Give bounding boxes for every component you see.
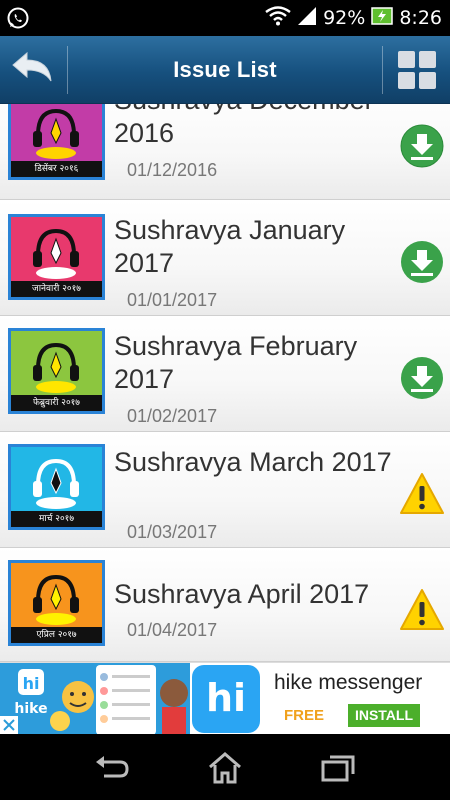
warning-icon[interactable] [400, 472, 444, 516]
recents-icon[interactable] [318, 748, 358, 788]
warning-icon[interactable] [400, 588, 444, 632]
cover-caption: एप्रिल २०१७ [11, 627, 102, 643]
issue-title: Sushravya March 2017 [114, 447, 392, 477]
cover-caption: मार्च २०१७ [11, 511, 102, 527]
list-item[interactable]: मार्च २०१७ Sushravya March 2017 01/03/20… [0, 432, 450, 548]
home-icon[interactable] [205, 748, 245, 788]
cover-art [11, 217, 102, 281]
issue-title: Sushravya December 2016 [114, 104, 374, 148]
cover-caption: जानेवारी २०१७ [11, 281, 102, 297]
whatsapp-icon [6, 6, 30, 30]
download-icon[interactable] [400, 124, 444, 168]
page-title: Issue List [173, 57, 277, 82]
issue-date: 01/01/2017 [127, 290, 218, 310]
list-item[interactable]: डिसेंबर २०१६ Sushravya December 2016 01/… [0, 104, 450, 200]
wifi-icon [265, 5, 291, 31]
cover-art [11, 104, 102, 161]
cover-art [11, 563, 102, 627]
ad-art-brand: hike [14, 701, 47, 717]
issue-cover: एप्रिल २०१७ [8, 560, 105, 646]
issue-list[interactable]: डिसेंबर २०१६ Sushravya December 2016 01/… [0, 104, 450, 662]
ad-app-name[interactable]: hike messenger [274, 671, 422, 695]
cover-caption: फेब्रुवारी २०१७ [11, 395, 102, 411]
screen: 92% 8:26 Issue List डिसेंबर २०१६ 2016 01… [0, 0, 450, 800]
list-item[interactable]: जानेवारी २०१७ Sushravya January 2017 01/… [0, 200, 450, 316]
issue-date: 01/02/2017 [127, 406, 218, 426]
back-icon[interactable] [92, 748, 132, 788]
issue-date: 01/12/2016 [127, 160, 218, 180]
header-divider-left [67, 46, 68, 94]
app-header: Issue List [0, 36, 450, 104]
download-icon[interactable] [400, 356, 444, 400]
svg-text:hi: hi [23, 674, 40, 693]
system-nav-bar [0, 734, 450, 800]
status-indicators: 92% 8:26 [265, 0, 442, 36]
ad-close-icon[interactable] [0, 716, 18, 734]
issue-date: 01/04/2017 [127, 620, 218, 640]
list-item[interactable]: एप्रिल २०१७ Sushravya April 2017 01/04/2… [0, 548, 450, 662]
grid-view-button[interactable] [384, 36, 450, 104]
ad-install-button[interactable]: INSTALL [348, 704, 420, 727]
ad-free-label: FREE [284, 707, 325, 724]
ad-banner[interactable]: hi hike hi hike messenger FREE INSTALL [0, 662, 450, 735]
clock: 8:26 [399, 7, 442, 29]
header-divider-right [382, 46, 383, 94]
back-button[interactable] [0, 36, 66, 104]
issue-title: Sushravya January 2017 [114, 215, 346, 278]
cover-caption: डिसेंबर २०१६ [11, 161, 102, 177]
issue-cover: डिसेंबर २०१६ [8, 104, 105, 180]
cover-art [11, 447, 102, 511]
battery-percent: 92% [323, 7, 366, 29]
issue-date: 01/03/2017 [127, 522, 218, 542]
issue-cover: फेब्रुवारी २०१७ [8, 328, 105, 414]
issue-title: Sushravya April 2017 [114, 579, 370, 609]
grid-view-icon [398, 51, 436, 89]
back-arrow-icon [11, 51, 55, 89]
ad-artwork: hi hike [0, 663, 190, 735]
hike-logo-icon[interactable]: hi [192, 665, 260, 733]
download-icon[interactable] [400, 240, 444, 284]
signal-icon [297, 6, 317, 31]
status-bar: 92% 8:26 [0, 0, 450, 36]
cover-art [11, 331, 102, 395]
issue-cover: जानेवारी २०१७ [8, 214, 105, 300]
issue-cover: मार्च २०१७ [8, 444, 105, 530]
issue-title: Sushravya February 2017 [114, 331, 358, 394]
battery-icon [371, 6, 394, 30]
list-item[interactable]: फेब्रुवारी २०१७ Sushravya February 2017 … [0, 316, 450, 432]
